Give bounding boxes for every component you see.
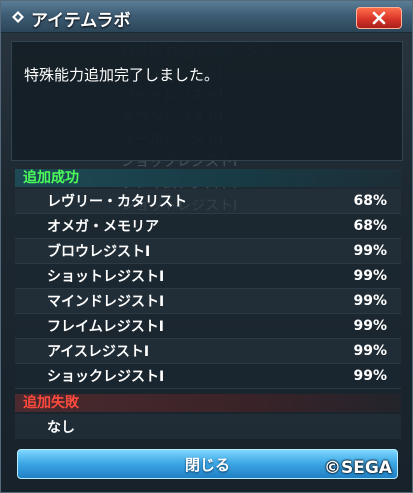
- success-rate: 99%: [353, 343, 387, 359]
- ability-name: ショットレジストI: [47, 269, 165, 285]
- titlebar: アイテムラボ: [1, 1, 412, 33]
- success-row: ブロウレジストI 99%: [15, 239, 401, 264]
- success-rate: 99%: [353, 368, 387, 384]
- success-list: レヴリー・カタリスト 68% オメガ・メモリア 68% ブロウレジストI 99% ショットレ…: [15, 189, 401, 389]
- success-row: ショットレジストI 99%: [15, 264, 401, 289]
- success-header: 追加成功: [15, 169, 401, 187]
- success-row: オメガ・メモリア 68%: [15, 214, 401, 239]
- success-rate: 99%: [353, 318, 387, 334]
- ability-name: ブロウレジストI: [47, 244, 151, 260]
- success-row: アイスレジストI 99%: [15, 339, 401, 364]
- failure-item: なし: [15, 414, 401, 439]
- ability-name: オメガ・メモリア: [47, 219, 159, 235]
- ability-name: フレイムレジストI: [47, 319, 164, 335]
- success-rate: 99%: [353, 243, 387, 259]
- item-lab-window: アイテムラボ 特殊能力追加可能リストアイスレジストIライトレジストIダウンレジス…: [0, 0, 413, 493]
- success-row: フレイムレジストI 99%: [15, 314, 401, 339]
- window-title: アイテムラボ: [31, 11, 131, 31]
- copyright-sega: ©SEGA: [324, 458, 392, 478]
- diamond-icon: [12, 11, 24, 23]
- message-panel: 特殊能力追加完了しました。: [11, 41, 403, 161]
- completion-message: 特殊能力追加完了しました。: [24, 66, 220, 84]
- ability-name: マインドレジストI: [47, 294, 165, 310]
- success-row: レヴリー・カタリスト 68%: [15, 189, 401, 214]
- ability-name: ショックレジストI: [47, 369, 165, 385]
- ability-name: レヴリー・カタリスト: [47, 194, 187, 210]
- success-row: ショックレジストI 99%: [15, 364, 401, 389]
- ability-name: アイスレジストI: [47, 344, 150, 360]
- success-rate: 68%: [353, 193, 387, 209]
- failure-header: 追加失敗: [15, 394, 401, 412]
- close-x-icon: [372, 11, 386, 25]
- success-rate: 99%: [353, 293, 387, 309]
- close-window-button[interactable]: [356, 7, 402, 29]
- success-row: マインドレジストI 99%: [15, 289, 401, 314]
- success-rate: 68%: [353, 218, 387, 234]
- success-rate: 99%: [353, 268, 387, 284]
